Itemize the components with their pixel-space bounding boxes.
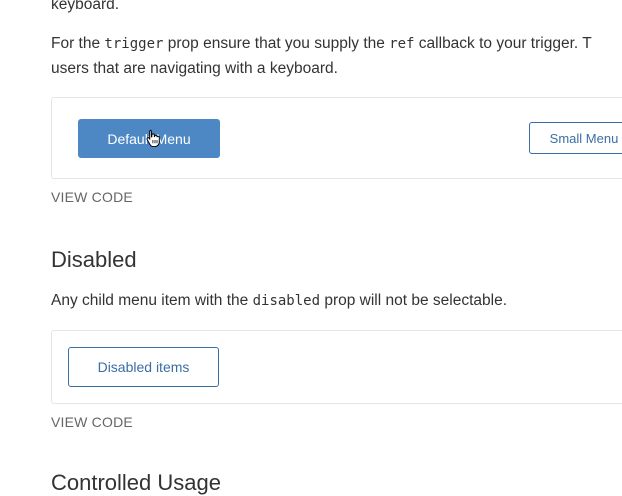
intro-text-a: For the <box>51 35 105 52</box>
section-title-controlled-usage: Controlled Usage <box>51 470 221 495</box>
view-code-link-disabled[interactable]: VIEW CODE <box>51 414 133 430</box>
intro-line-2: users that are navigating with a keyboar… <box>51 60 338 77</box>
section-title-disabled: Disabled <box>51 247 137 272</box>
trigger-prop-code: trigger <box>104 36 164 52</box>
intro-line-0: keyboard. <box>51 0 120 13</box>
disabled-description: Any child menu item with the disabled pr… <box>51 291 507 311</box>
example-box-menus: Default Menu Small Menu <box>51 97 622 179</box>
view-code-link-menus[interactable]: VIEW CODE <box>51 189 133 205</box>
small-menu-button[interactable]: Small Menu <box>529 122 622 154</box>
disabled-items-button[interactable]: Disabled items <box>68 347 219 387</box>
ref-code: ref <box>389 36 415 52</box>
disabled-desc-b: prop will not be selectable. <box>320 292 507 309</box>
intro-text-b: prop ensure that you supply the <box>163 35 390 52</box>
default-menu-button[interactable]: Default Menu <box>78 119 220 158</box>
intro-line-1: For the trigger prop ensure that you sup… <box>51 34 592 54</box>
example-box-disabled: Disabled items <box>51 330 622 404</box>
disabled-prop-code: disabled <box>252 293 321 309</box>
disabled-desc-a: Any child menu item with the <box>51 292 253 309</box>
intro-text-c: callback to your trigger. T <box>414 35 592 52</box>
